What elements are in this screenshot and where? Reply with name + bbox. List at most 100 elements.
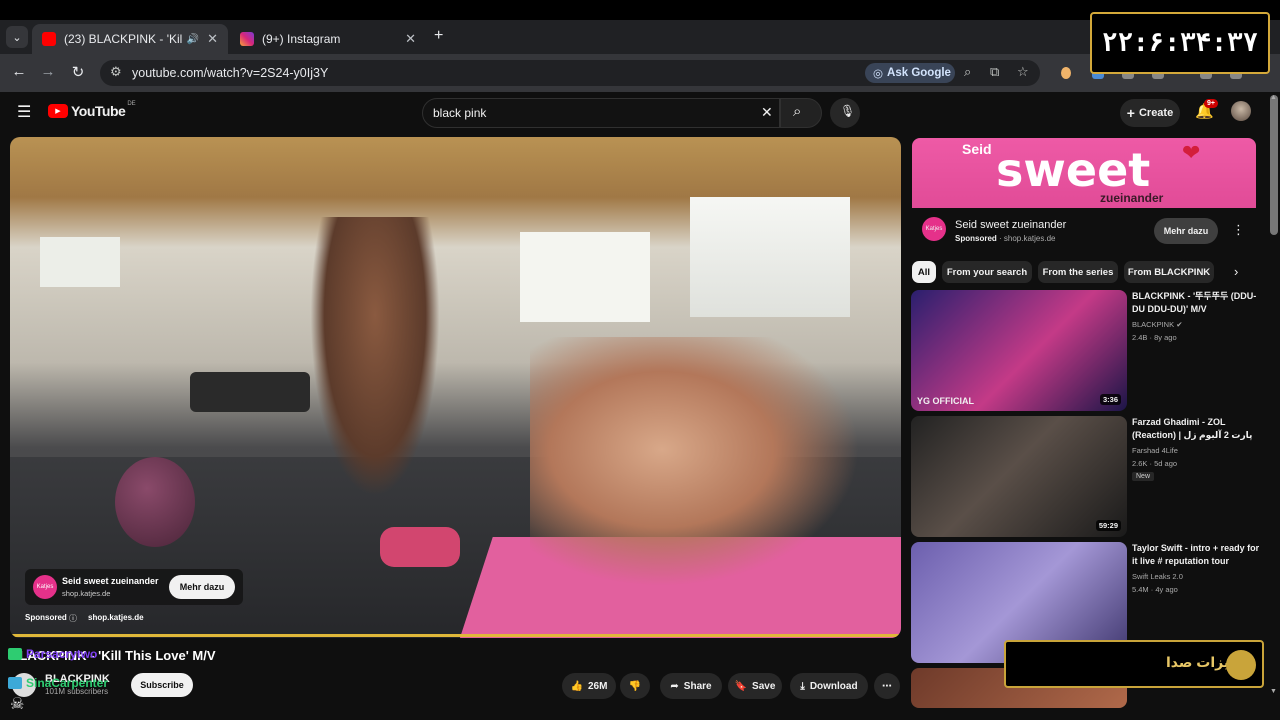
rec-thumbnail[interactable]: YG OFFICIAL 3:36 (911, 290, 1127, 411)
sidebar-ad-cta-button[interactable]: Mehr dazu (1154, 218, 1218, 244)
avatar[interactable] (1231, 101, 1251, 121)
zoom-icon[interactable]: ⌕ (964, 64, 971, 80)
verified-icon: ✔ (1176, 320, 1183, 329)
subscribe-button[interactable]: Subscribe (131, 673, 193, 697)
close-tab-icon[interactable]: ✕ (207, 31, 218, 47)
browser-toolbar: ← → ↻ ⚙ youtube.com/watch?v=2S24-y0Ij3Y … (0, 54, 1280, 92)
rec-meta: 2.6K · 5d ago (1132, 459, 1178, 468)
more-actions-button[interactable]: ⋯ (874, 673, 900, 699)
youtube-favicon-icon (42, 32, 56, 46)
site-info-icon[interactable]: ⚙ (110, 64, 122, 80)
video-frame-person (310, 217, 440, 497)
youtube-header: ☰ ▶ YouTube DE black pink ✕ ⌕ 🎙 + Create… (0, 92, 1268, 132)
ad-title: Seid sweet zueinander (62, 576, 159, 586)
speaker-logo-icon (1226, 650, 1256, 680)
video-player[interactable]: Katjes Seid sweet zueinander shop.katjes… (10, 137, 901, 638)
thumbs-up-icon: 👍 (570, 680, 583, 692)
ad-overlay-card[interactable]: Katjes Seid sweet zueinander shop.katjes… (25, 569, 243, 605)
notifications-button[interactable]: 🔔 9+ (1195, 99, 1218, 120)
info-icon[interactable]: ⓘ (69, 613, 77, 624)
clear-search-icon[interactable]: ✕ (761, 104, 773, 121)
region-code: DE (127, 101, 136, 107)
page-scrollbar[interactable] (1270, 95, 1278, 235)
chat-line: SinaCarpenter (8, 676, 108, 690)
create-label: Create (1138, 107, 1174, 119)
share-label: Share (683, 680, 712, 692)
more-vert-icon[interactable]: ⋮ (1232, 222, 1245, 238)
back-icon[interactable]: ← (9, 63, 29, 80)
search-button[interactable]: ⌕ (780, 98, 822, 128)
bookmark-icon: 🔖 (734, 680, 748, 692)
close-tab-icon[interactable]: ✕ (405, 31, 416, 47)
chip-from-the-series[interactable]: From the series (1038, 261, 1118, 283)
tab-youtube[interactable]: (23) BLACKPINK - 'Kill This L 🔊 ✕ (32, 24, 228, 54)
chat-badge-icon (8, 648, 22, 660)
youtube-logo[interactable]: ▶ YouTube DE (48, 101, 136, 119)
progress-bar[interactable] (10, 634, 901, 637)
chip-all[interactable]: All (912, 261, 936, 283)
ask-google-button[interactable]: ◎ Ask Google (865, 63, 955, 83)
menu-icon[interactable]: ☰ (17, 102, 31, 122)
tab-label: (23) BLACKPINK - 'Kill This L (64, 32, 183, 46)
sidebar-ad-title[interactable]: Seid sweet zueinander (955, 219, 1066, 231)
rec-thumbnail[interactable]: 59:29 (911, 416, 1127, 537)
ad-sponsored-label: Sponsored (25, 613, 67, 622)
ask-google-label: Ask Google (887, 67, 951, 79)
chevron-down-icon: ⌄ (12, 31, 22, 44)
sponsored-label: Sponsored (955, 234, 997, 243)
ad-domain: shop.katjes.de (62, 589, 111, 598)
new-badge: New (1132, 472, 1155, 481)
dislike-button[interactable]: 👎 (620, 673, 650, 699)
video-frame-window (690, 197, 850, 317)
scroll-down-icon[interactable]: ▼ (1270, 688, 1277, 695)
url-text[interactable]: youtube.com/watch?v=2S24-y0Ij3Y (132, 66, 328, 80)
microphone-icon: 🎙 (840, 104, 856, 118)
rec-title[interactable]: BLACKPINK - '뚜두뚜두 (DDU-DU DDU-DU)' M/V (1132, 290, 1262, 316)
share-icon: ➦ (670, 680, 679, 692)
rec-channel-name: BLACKPINK (1132, 320, 1175, 329)
ad-banner-tagline: zueinander (1100, 191, 1164, 205)
rec-title[interactable]: Taylor Swift - intro + ready for it live… (1132, 542, 1262, 568)
save-button[interactable]: 🔖 Save (728, 673, 782, 699)
bookmark-star-icon[interactable]: ☆ (1017, 64, 1029, 80)
download-button[interactable]: ⤓ Download (790, 673, 868, 699)
video-frame-window (40, 237, 120, 287)
search-icon: ⌕ (793, 103, 802, 120)
chip-from-blackpink[interactable]: From BLACKPINK (1124, 261, 1214, 283)
tab-search-button[interactable]: ⌄ (6, 26, 28, 48)
address-bar[interactable]: ⚙ youtube.com/watch?v=2S24-y0Ij3Y ◎ Ask … (100, 60, 1040, 86)
sidebar-ad-banner[interactable]: Seid sweet zueinander ❤ (912, 138, 1256, 208)
chip-from-your-search[interactable]: From your search (942, 261, 1032, 283)
plus-icon: + (1126, 105, 1135, 121)
search-input[interactable]: black pink ✕ (422, 98, 780, 128)
like-button[interactable]: 👍 26M (562, 673, 616, 699)
thumbs-down-icon: 👎 (628, 680, 642, 692)
tab-instagram[interactable]: (9+) Instagram ✕ (230, 24, 426, 54)
ad-banner-brand: Seid (962, 141, 992, 157)
reload-icon[interactable]: ↻ (68, 63, 88, 81)
rec-channel[interactable]: BLACKPINK ✔ (1132, 320, 1183, 329)
rec-channel[interactable]: Farshad 4Life (1132, 446, 1178, 455)
download-icon: ⤓ (800, 680, 805, 692)
ad-cta-button[interactable]: Mehr dazu (169, 575, 235, 599)
new-tab-button[interactable]: + (434, 27, 443, 45)
official-badge-label: OFFICIAL (932, 396, 975, 406)
browser-tab-bar: ⌄ (23) BLACKPINK - 'Kill This L 🔊 ✕ (9+)… (0, 20, 1280, 54)
install-app-icon[interactable]: ⧉ (990, 64, 999, 80)
forward-icon[interactable]: → (38, 63, 58, 80)
notification-count: 9+ (1204, 99, 1218, 108)
rec-channel[interactable]: Swift Leaks 2.0 (1132, 572, 1183, 581)
clock-overlay: ۲۲:۶:۳۴:۳۷ (1090, 12, 1270, 74)
share-button[interactable]: ➦ Share (660, 673, 722, 699)
create-button[interactable]: + Create (1120, 99, 1180, 127)
chevron-right-icon[interactable]: › (1234, 264, 1238, 279)
ad-domain-link[interactable]: shop.katjes.de (88, 613, 144, 622)
extension-icon[interactable] (1061, 67, 1071, 79)
speaker-icon[interactable]: 🔊 (187, 34, 199, 45)
video-duration: 59:29 (1095, 520, 1121, 531)
sidebar-ad-sponsored: Sponsored · shop.katjes.de (955, 234, 1056, 243)
scroll-up-icon[interactable]: ▲ (1270, 94, 1277, 101)
voice-search-button[interactable]: 🎙 (830, 98, 860, 128)
video-frame-window (520, 232, 650, 322)
rec-title[interactable]: Farzad Ghadimi - ZOL (Reaction) | پارت 2… (1132, 416, 1262, 442)
